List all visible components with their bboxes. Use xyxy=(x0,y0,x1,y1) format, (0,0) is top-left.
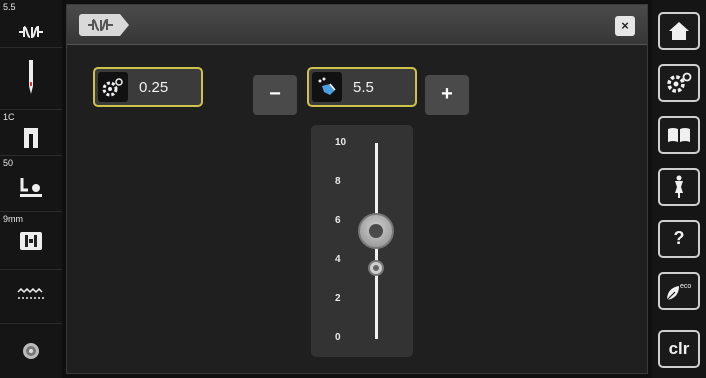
sewing-machine-screen: 5.5 1C 50 9mm × 0.25 − 5.5 + 10 8 6 4 2 … xyxy=(0,0,706,378)
presser-foot-number: 1C xyxy=(3,112,15,122)
needle-icon xyxy=(27,60,35,94)
default-value-marker xyxy=(368,260,384,276)
clear-button[interactable]: clr xyxy=(658,330,700,368)
stitch-plate-icon xyxy=(20,232,42,250)
eco-button[interactable]: eco xyxy=(658,272,700,310)
presser-foot-pressure-icon xyxy=(18,176,44,200)
stitch-width-cell[interactable]: 5.5 xyxy=(0,0,62,48)
gear-adjust-icon xyxy=(98,72,128,102)
tick-label: 8 xyxy=(335,176,341,187)
eco-icon: eco xyxy=(666,283,691,301)
panel-titlebar: × xyxy=(67,5,647,45)
stitch-width-setting[interactable]: 5.5 xyxy=(307,67,417,107)
svg-text:eco: eco xyxy=(680,283,691,290)
tick-label: 0 xyxy=(335,332,341,343)
tick-label: 2 xyxy=(335,293,341,304)
close-button[interactable]: × xyxy=(615,16,635,36)
clear-label: clr xyxy=(668,339,690,358)
increase-button[interactable]: + xyxy=(425,75,469,115)
stitch-width-slider[interactable]: 10 8 6 4 2 0 xyxy=(311,125,413,357)
settings-button[interactable] xyxy=(658,64,700,102)
home-button[interactable] xyxy=(658,12,700,50)
stitch-width-tab[interactable] xyxy=(79,14,129,36)
thread-tension-cell[interactable] xyxy=(0,324,62,378)
presser-foot-cell[interactable]: 1C xyxy=(0,110,62,156)
presser-foot-icon xyxy=(24,128,38,148)
tick-label: 6 xyxy=(335,215,341,226)
needle-position-setting[interactable]: 0.25 xyxy=(93,67,203,107)
thread-tension-icon xyxy=(22,342,40,360)
stitch-plate-label: 9mm xyxy=(3,214,23,224)
stitch-width-value: 5.5 xyxy=(353,79,374,96)
feed-dog-icon xyxy=(17,288,45,302)
stitch-plate-cell[interactable]: 9mm xyxy=(0,212,62,270)
tutorial-book-icon xyxy=(668,128,690,142)
help-button[interactable]: ? xyxy=(658,220,700,258)
close-icon: × xyxy=(621,18,629,33)
slider-handle[interactable] xyxy=(358,213,394,249)
stitch-width-value: 5.5 xyxy=(3,2,16,12)
stitch-pattern-icon xyxy=(18,24,44,40)
presser-foot-pressure-value: 50 xyxy=(3,158,14,168)
needle-cell[interactable] xyxy=(0,48,62,110)
presser-foot-pressure-cell[interactable]: 50 xyxy=(0,156,62,212)
left-sidebar: 5.5 1C 50 9mm xyxy=(0,0,62,378)
decrease-button[interactable]: − xyxy=(253,75,297,115)
stitch-pattern-icon xyxy=(88,18,113,32)
tutorial-button[interactable] xyxy=(658,116,700,154)
feed-dog-cell[interactable] xyxy=(0,270,62,324)
home-icon xyxy=(669,22,689,40)
sewing-guide-button[interactable] xyxy=(658,168,700,206)
settings-icon xyxy=(667,72,692,93)
help-icon: ? xyxy=(673,228,685,248)
needle-position-value: 0.25 xyxy=(139,79,169,96)
stitch-width-panel: × 0.25 − 5.5 + 10 8 6 4 2 0 xyxy=(66,4,648,374)
tick-label: 10 xyxy=(335,137,347,148)
right-toolbar: ? eco clr xyxy=(652,0,706,378)
sewing-guide-icon xyxy=(675,175,683,198)
tick-label: 4 xyxy=(335,254,341,265)
stitch-width-hand-icon xyxy=(312,72,342,102)
